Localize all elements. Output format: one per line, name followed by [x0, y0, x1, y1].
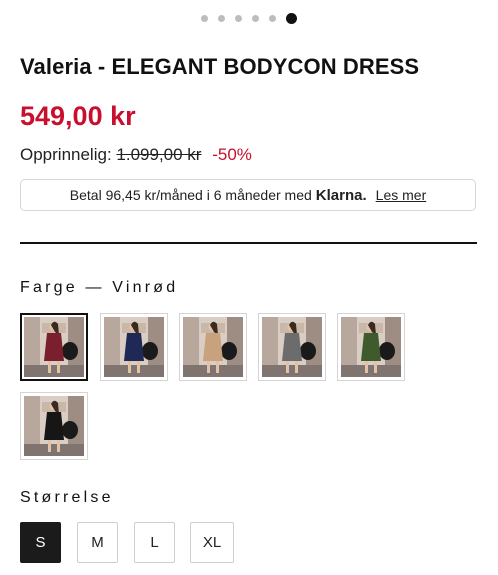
carousel-dot-active[interactable] — [286, 13, 297, 24]
size-option-s[interactable]: S — [20, 522, 61, 563]
discount-badge: -50% — [212, 145, 252, 164]
original-price-label: Opprinnelig: — [20, 145, 112, 164]
sale-price: 549,00 kr — [20, 101, 136, 131]
product-title: Valeria - ELEGANT BODYCON DRESS — [20, 54, 420, 79]
dress-thumbnail — [24, 396, 84, 456]
carousel-dot[interactable] — [201, 15, 208, 22]
size-label: Størrelse — [20, 489, 114, 506]
carousel-dot[interactable] — [235, 15, 242, 22]
carousel-dot[interactable] — [218, 15, 225, 22]
klarna-text: Betal 96,45 kr/måned i 6 måneder med — [69, 187, 312, 203]
dress-thumbnail — [341, 317, 401, 377]
dress-thumbnail — [262, 317, 322, 377]
color-label: Farge — Vinrød — [20, 279, 179, 296]
original-price-row: Opprinnelig: 1.099,00 kr -50% — [20, 145, 252, 165]
klarna-learn-more-link[interactable]: Les mer — [376, 187, 427, 203]
dress-thumbnail — [183, 317, 243, 377]
color-swatch-grey[interactable] — [258, 313, 326, 381]
color-swatch-black[interactable] — [20, 392, 88, 460]
section-divider — [20, 242, 477, 244]
klarna-logo: Klarna. — [315, 186, 367, 204]
color-swatch-green[interactable] — [337, 313, 405, 381]
carousel-pagination — [0, 13, 498, 24]
color-swatch-beige[interactable] — [179, 313, 247, 381]
carousel-dot[interactable] — [269, 15, 276, 22]
color-swatch-wine[interactable] — [20, 313, 88, 381]
size-option-xl[interactable]: XL — [190, 522, 234, 563]
original-price: 1.099,00 kr — [116, 145, 202, 164]
size-option-l[interactable]: L — [134, 522, 175, 563]
color-swatch-navy[interactable] — [100, 313, 168, 381]
dress-thumbnail — [24, 317, 84, 377]
dress-thumbnail — [104, 317, 164, 377]
size-option-m[interactable]: M — [77, 522, 118, 563]
klarna-banner: Betal 96,45 kr/måned i 6 måneder med Kla… — [20, 179, 476, 211]
carousel-dot[interactable] — [252, 15, 259, 22]
